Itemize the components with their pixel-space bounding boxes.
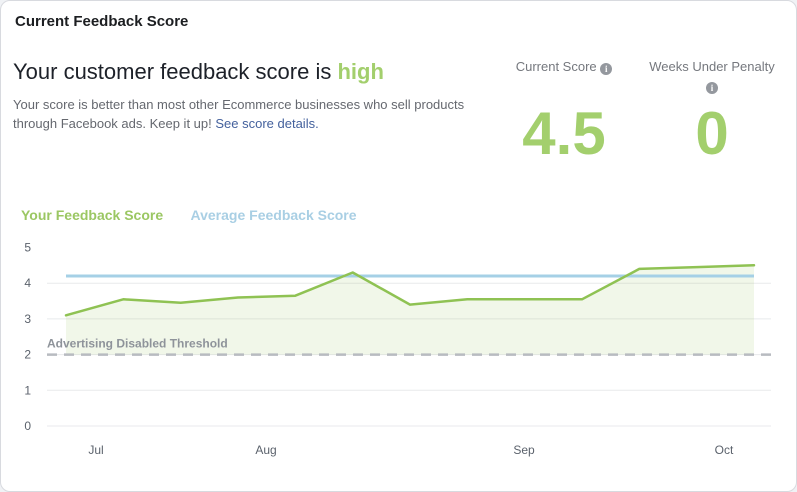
feedback-score-card: Current Feedback Score Your customer fee…	[0, 0, 797, 492]
current-score-label: Current Score	[516, 59, 597, 74]
current-score-value: 4.5	[494, 103, 634, 165]
legend-average-feedback-score[interactable]: Average Feedback Score	[191, 207, 357, 223]
threshold-label: Advertising Disabled Threshold	[47, 337, 228, 351]
info-icon[interactable]: i	[706, 82, 718, 94]
current-score-label-row: Current Score i	[494, 59, 634, 75]
y-axis-tick-label: 1	[24, 383, 31, 397]
y-axis-tick-label: 5	[24, 241, 31, 255]
headline-status: high	[337, 59, 383, 84]
y-axis-tick-label: 0	[24, 419, 31, 433]
weeks-under-penalty-stat: Weeks Under Penalty i 0	[642, 59, 782, 169]
weeks-under-penalty-value: 0	[642, 103, 782, 165]
chart-legend: Your Feedback Score Average Feedback Sco…	[21, 207, 381, 223]
x-axis-tick-label: Sep	[513, 443, 535, 457]
info-icon[interactable]: i	[600, 63, 612, 75]
headline: Your customer feedback score is high	[13, 59, 384, 85]
y-axis-tick-label: 3	[24, 312, 31, 326]
y-axis-tick-label: 4	[24, 276, 31, 290]
weeks-info-row: i	[642, 77, 782, 95]
see-score-details-link[interactable]: See score details.	[215, 116, 318, 131]
score-description: Your score is better than most other Eco…	[13, 95, 465, 133]
legend-your-feedback-score[interactable]: Your Feedback Score	[21, 207, 163, 223]
card-title: Current Feedback Score	[15, 13, 188, 30]
x-axis-tick-label: Jul	[88, 443, 103, 457]
current-score-stat: Current Score i 4.5	[494, 59, 634, 169]
headline-text: Your customer feedback score is	[13, 59, 337, 84]
feedback-chart[interactable]: 5 4 3 2 1 0 Jul Aug Sep Oct Advertising Disabled T…	[1, 234, 797, 479]
weeks-under-penalty-label: Weeks Under Penalty	[642, 59, 782, 74]
y-axis-tick-label: 2	[24, 348, 31, 362]
x-axis-tick-label: Aug	[255, 443, 276, 457]
x-axis-tick-label: Oct	[715, 443, 734, 457]
